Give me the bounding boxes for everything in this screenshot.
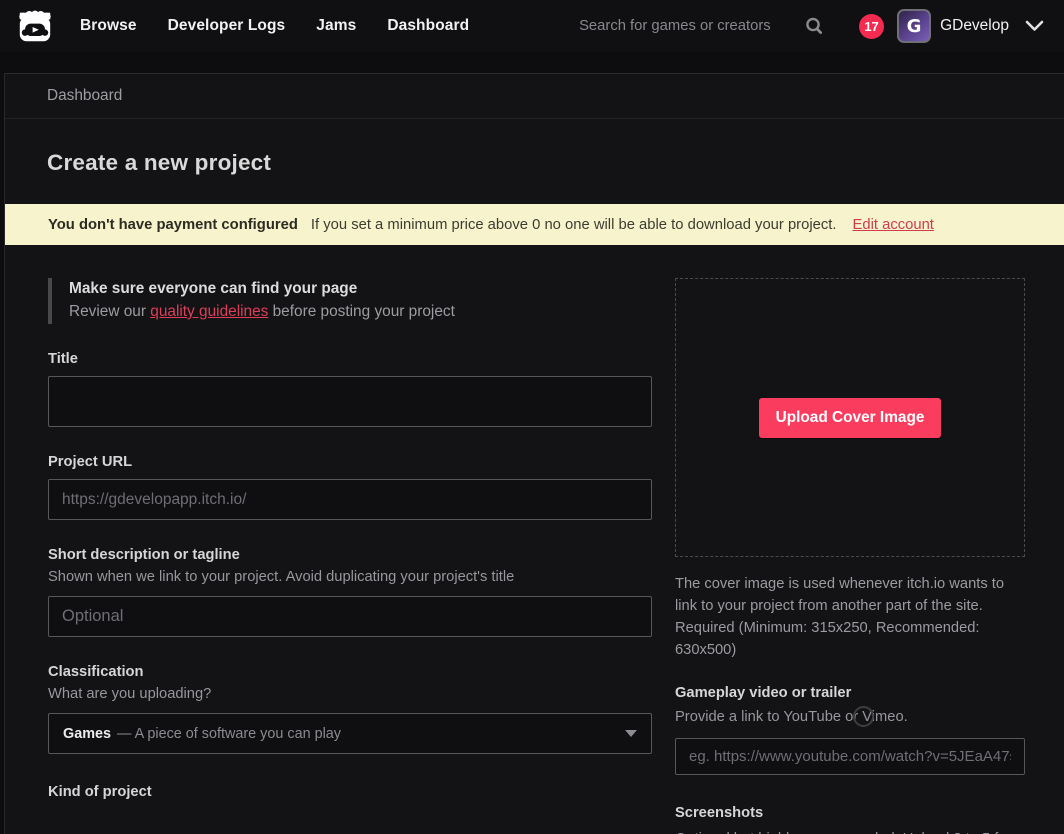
screenshots-label: Screenshots <box>675 805 1025 821</box>
classification-selected-description: — A piece of software you can play <box>117 726 341 742</box>
search-input[interactable] <box>579 18 794 34</box>
notification-badge[interactable]: 17 <box>859 14 884 39</box>
nav-jams[interactable]: Jams <box>316 17 356 35</box>
classification-help: What are you uploading? <box>48 686 652 702</box>
classification-selected-value: Games <box>63 726 111 742</box>
topbar-right-group: 17 G GDevelop <box>579 9 1044 43</box>
nav-browse[interactable]: Browse <box>80 17 137 35</box>
page-container: Dashboard Create a new project You don't… <box>4 73 1064 834</box>
select-dropdown-arrow-icon <box>625 730 637 737</box>
nav-dashboard[interactable]: Dashboard <box>387 17 469 35</box>
guidelines-post-text: before posting your project <box>268 303 455 320</box>
short-description-input[interactable] <box>48 596 652 637</box>
title-row: Create a new project <box>5 119 1064 204</box>
gameplay-video-help: Provide a link to YouTube or Vimeo. <box>675 709 1025 725</box>
gameplay-video-help-text: Provide a link to YouTube or Vimeo. <box>675 709 908 725</box>
guidelines-pre-text: Review our <box>69 303 150 320</box>
title-field-label: Title <box>48 351 652 367</box>
kind-of-project-label: Kind of project <box>48 784 652 800</box>
search-button[interactable] <box>800 12 829 41</box>
short-description-help: Shown when we link to your project. Avoi… <box>48 569 652 585</box>
guidelines-heading: Make sure everyone can find your page <box>69 280 652 298</box>
search-icon <box>804 16 825 37</box>
breadcrumb[interactable]: Dashboard <box>47 87 122 105</box>
gameplay-video-label: Gameplay video or trailer <box>675 685 1025 701</box>
screenshots-help: Optional but highly recommended. Upload … <box>675 829 1025 834</box>
short-description-label: Short description or tagline <box>48 547 652 563</box>
classification-select[interactable]: Games — A piece of software you can play <box>48 713 652 754</box>
guidelines-subtext: Review our quality guidelines before pos… <box>69 303 652 321</box>
avatar[interactable]: G <box>897 9 931 43</box>
project-url-label: Project URL <box>48 454 652 470</box>
banner-bold-text: You don't have payment configured <box>48 217 298 233</box>
gameplay-video-input[interactable] <box>675 738 1025 775</box>
project-url-input[interactable] <box>48 479 652 520</box>
top-navigation-bar: Browse Developer Logs Jams Dashboard 17 … <box>0 0 1064 52</box>
title-input[interactable] <box>48 376 652 427</box>
main-nav: Browse Developer Logs Jams Dashboard <box>80 17 469 35</box>
cover-image-dropzone[interactable]: Upload Cover Image <box>675 278 1025 557</box>
cover-image-note: The cover image is used whenever itch.io… <box>675 573 1025 661</box>
form-right-column: Upload Cover Image The cover image is us… <box>675 278 1025 834</box>
banner-text: If you set a minimum price above 0 no on… <box>311 217 837 233</box>
edit-account-link[interactable]: Edit account <box>852 217 933 233</box>
quality-guidelines-callout: Make sure everyone can find your page Re… <box>48 278 652 324</box>
form-content: Make sure everyone can find your page Re… <box>5 245 1064 834</box>
chevron-down-icon[interactable] <box>1025 20 1044 32</box>
itchio-logo-icon[interactable] <box>16 7 54 45</box>
page-title: Create a new project <box>47 150 1064 176</box>
username-label[interactable]: GDevelop <box>940 17 1009 35</box>
classification-label: Classification <box>48 664 652 680</box>
payment-warning-banner: You don't have payment configured If you… <box>5 204 1064 245</box>
quality-guidelines-link[interactable]: quality guidelines <box>150 303 268 320</box>
nav-developer-logs[interactable]: Developer Logs <box>168 17 286 35</box>
upload-cover-image-button[interactable]: Upload Cover Image <box>759 398 942 438</box>
form-left-column: Make sure everyone can find your page Re… <box>48 278 652 834</box>
breadcrumb-bar: Dashboard <box>5 74 1064 119</box>
